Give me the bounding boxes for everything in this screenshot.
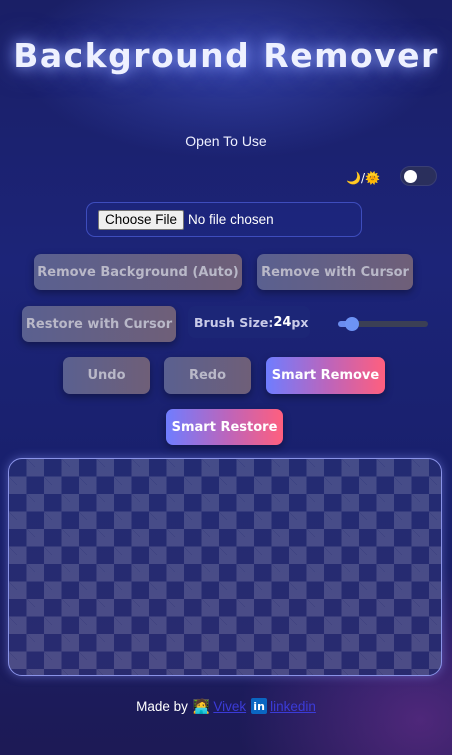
image-canvas[interactable] xyxy=(8,458,442,676)
toggle-knob xyxy=(404,170,417,183)
brush-size-unit: px xyxy=(291,314,309,330)
linkedin-icon: in xyxy=(251,698,268,714)
moon-sun-icon: 🌙/🌞 xyxy=(346,171,380,185)
person-icon: 🧑‍💻 xyxy=(192,697,211,714)
author-link[interactable]: Vivek xyxy=(213,699,246,714)
page-subtitle: Open To Use xyxy=(185,133,267,149)
restore-with-cursor-button[interactable]: Restore with Cursor xyxy=(22,306,176,342)
smart-remove-button[interactable]: Smart Remove xyxy=(266,357,385,394)
brush-size-text: Brush Size: xyxy=(194,314,274,330)
remove-with-cursor-button[interactable]: Remove with Cursor xyxy=(257,254,413,290)
smart-restore-button[interactable]: Smart Restore xyxy=(166,409,283,445)
footer: Made by 🧑‍💻 Vivek in linkedin xyxy=(0,696,452,716)
brush-size-label: Brush Size: 24 px xyxy=(188,306,310,338)
redo-button[interactable]: Redo xyxy=(164,357,251,394)
theme-toggle[interactable] xyxy=(400,166,437,186)
file-input[interactable]: Choose File No file chosen xyxy=(86,202,362,237)
file-status: No file chosen xyxy=(188,212,274,227)
choose-file-button[interactable]: Choose File xyxy=(98,209,185,230)
theme-label: 🌙/🌞 xyxy=(346,168,380,188)
made-by-text: Made by xyxy=(136,698,188,714)
page-title: Background Remover xyxy=(13,36,439,75)
linkedin-link[interactable]: linkedin xyxy=(270,699,316,714)
brush-size-value: 24 xyxy=(273,314,292,330)
slider-thumb[interactable] xyxy=(345,317,359,331)
brush-size-slider[interactable] xyxy=(338,317,428,331)
remove-background-auto-button[interactable]: Remove Background (Auto) xyxy=(34,254,242,290)
undo-button[interactable]: Undo xyxy=(63,357,150,394)
